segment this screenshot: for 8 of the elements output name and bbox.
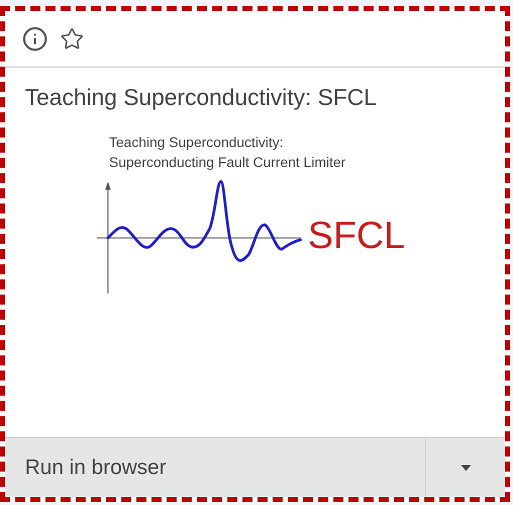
app-card[interactable]: Teaching Superconductivity: SFCL Teaching Superconductivity: Superconducting Fault Current Limiter SFCL Run in browser bbox=[0, 6, 510, 502]
info-icon[interactable] bbox=[22, 26, 48, 52]
caret-icon bbox=[460, 464, 470, 470]
card-title: Teaching Superconductivity: SFCL bbox=[25, 83, 378, 112]
thumbnail-caption: Superconducting Fault Current Limiter bbox=[109, 153, 347, 172]
thumbnail-caption: Teaching Superconductivity: bbox=[109, 133, 284, 152]
thumbnail-logo: SFCL bbox=[308, 217, 405, 255]
star-icon[interactable] bbox=[60, 26, 84, 50]
